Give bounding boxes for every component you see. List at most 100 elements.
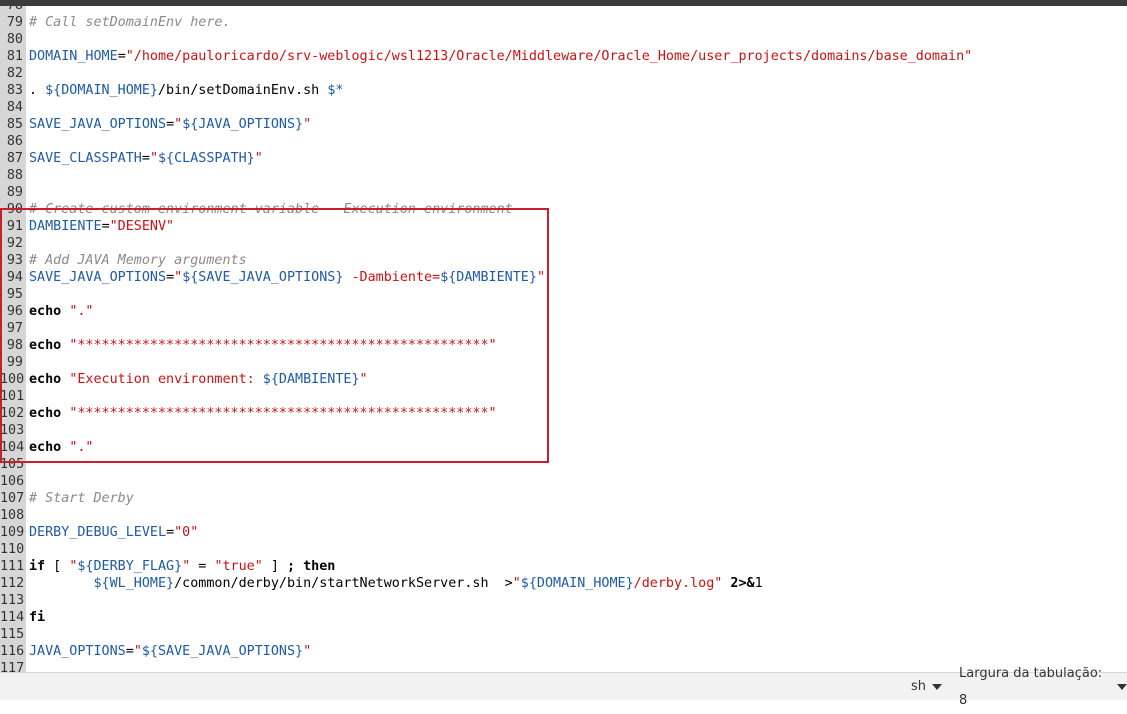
code-line[interactable]: 117	[0, 660, 1127, 672]
code-line[interactable]: 95	[0, 286, 1127, 303]
line-code: # Start Derby	[26, 490, 134, 507]
line-number: 95	[0, 286, 26, 303]
code-token: .	[29, 83, 46, 98]
code-line[interactable]: 106	[0, 473, 1127, 490]
line-number: 81	[0, 48, 26, 65]
tab-width-selector[interactable]: Largura da tabulação: 8	[959, 666, 1127, 708]
code-line[interactable]: 102 echo "*******************************…	[0, 405, 1127, 422]
line-number: 113	[0, 592, 26, 609]
code-line[interactable]: 80	[0, 31, 1127, 48]
code-token: "."	[69, 440, 94, 455]
code-line[interactable]: 91 DAMBIENTE="DESENV"	[0, 218, 1127, 235]
code-line[interactable]: 108	[0, 507, 1127, 524]
line-number: 100	[0, 371, 26, 388]
code-line[interactable]: 116 JAVA_OPTIONS="${SAVE_JAVA_OPTIONS}"	[0, 643, 1127, 660]
code-token: $*	[327, 83, 344, 98]
line-number: 105	[0, 456, 26, 473]
code-token: ]	[262, 559, 287, 574]
code-token: "Execution environment:	[69, 372, 263, 387]
code-line[interactable]: 94 SAVE_JAVA_OPTIONS="${SAVE_JAVA_OPTIONS…	[0, 269, 1127, 286]
code-token: SAVE_CLASSPATH	[29, 151, 142, 166]
code-line[interactable]: 99	[0, 354, 1127, 371]
code-token: ${CLASSPATH}	[158, 151, 255, 166]
code-line[interactable]: 114 fi	[0, 609, 1127, 626]
code-line[interactable]: 84	[0, 99, 1127, 116]
code-token: fi	[29, 610, 46, 625]
code-line[interactable]: 100 echo "Execution environment: ${DAMBIE…	[0, 371, 1127, 388]
code-line[interactable]: 104 echo "."	[0, 439, 1127, 456]
code-token: =	[190, 559, 215, 574]
code-line[interactable]: 85 SAVE_JAVA_OPTIONS="${JAVA_OPTIONS}"	[0, 116, 1127, 133]
language-label: sh	[911, 679, 927, 694]
code-line[interactable]: 89	[0, 184, 1127, 201]
code-token: =	[125, 644, 134, 659]
code-editor[interactable]: 7879# Call setDomainEnv here.8081DOMAIN_…	[0, 6, 1127, 672]
code-token: =	[101, 219, 110, 234]
code-line[interactable]: 87 SAVE_CLASSPATH="${CLASSPATH}"	[0, 150, 1127, 167]
code-token: =	[166, 270, 175, 285]
code-line[interactable]: 107 # Start Derby	[0, 490, 1127, 507]
code-line[interactable]: 97	[0, 320, 1127, 337]
code-line[interactable]: 103	[0, 422, 1127, 439]
code-token: "	[133, 644, 142, 659]
code-token: "	[149, 151, 158, 166]
line-number: 90	[0, 201, 26, 218]
line-number: 96	[0, 303, 26, 320]
line-number: 101	[0, 388, 26, 405]
code-token: "	[303, 117, 312, 132]
code-token: ; then	[287, 559, 336, 574]
line-code: # Create custom environment variable - E…	[26, 201, 513, 218]
line-number: 94	[0, 269, 26, 286]
line-number: 84	[0, 99, 26, 116]
code-line[interactable]: 82	[0, 65, 1127, 82]
line-code: . ${DOMAIN_HOME}/bin/setDomainEnv.sh $*	[26, 82, 343, 99]
language-selector[interactable]: sh	[911, 673, 943, 700]
code-line[interactable]: 92	[0, 235, 1127, 252]
code-line[interactable]: 86	[0, 133, 1127, 150]
line-number: 99	[0, 354, 26, 371]
line-number: 107	[0, 490, 26, 507]
line-number: 92	[0, 235, 26, 252]
line-code: echo "."	[26, 303, 94, 320]
code-line[interactable]: 109 DERBY_DEBUG_LEVEL="0"	[0, 524, 1127, 541]
code-token: "0"	[174, 525, 199, 540]
code-line[interactable]: 93 # Add JAVA Memory arguments	[0, 252, 1127, 269]
code-line[interactable]: 112 ${WL_HOME}/common/derby/bin/startNet…	[0, 575, 1127, 592]
line-number: 98	[0, 337, 26, 354]
code-token: "***************************************…	[69, 338, 497, 353]
line-code: DERBY_DEBUG_LEVEL="0"	[26, 524, 198, 541]
code-line[interactable]: 113	[0, 592, 1127, 609]
code-line[interactable]: 90 # Create custom environment variable -…	[0, 201, 1127, 218]
code-token: ${WL_HOME}	[93, 576, 175, 591]
line-code: fi	[26, 609, 45, 626]
code-line[interactable]: 115	[0, 626, 1127, 643]
code-line[interactable]: 96 echo "."	[0, 303, 1127, 320]
line-number: 82	[0, 65, 26, 82]
code-line[interactable]: 105	[0, 456, 1127, 473]
code-line[interactable]: 78	[0, 6, 1127, 14]
line-number: 112	[0, 575, 26, 592]
code-line[interactable]: 83. ${DOMAIN_HOME}/bin/setDomainEnv.sh $…	[0, 82, 1127, 99]
line-number: 104	[0, 439, 26, 456]
code-token: echo	[29, 304, 62, 319]
code-line[interactable]: 111 if [ "${DERBY_FLAG}" = "true" ] ; the…	[0, 558, 1127, 575]
code-line[interactable]: 98 echo "********************************…	[0, 337, 1127, 354]
line-number: 115	[0, 626, 26, 643]
code-line[interactable]: 81 DOMAIN_HOME="/home/pauloricardo/srv-we…	[0, 48, 1127, 65]
code-token: JAVA_OPTIONS	[29, 644, 126, 659]
code-token: /common/derby/bin/startNetworkServer.sh	[174, 576, 505, 591]
code-token: ${JAVA_OPTIONS}	[182, 117, 304, 132]
line-number: 93	[0, 252, 26, 269]
code-token: =	[166, 117, 175, 132]
code-line[interactable]: 101	[0, 388, 1127, 405]
line-number: 89	[0, 184, 26, 201]
code-line[interactable]: 79 # Call setDomainEnv here.	[0, 14, 1127, 31]
code-line[interactable]: 88	[0, 167, 1127, 184]
code-line[interactable]: 110	[0, 541, 1127, 558]
line-number: 85	[0, 116, 26, 133]
